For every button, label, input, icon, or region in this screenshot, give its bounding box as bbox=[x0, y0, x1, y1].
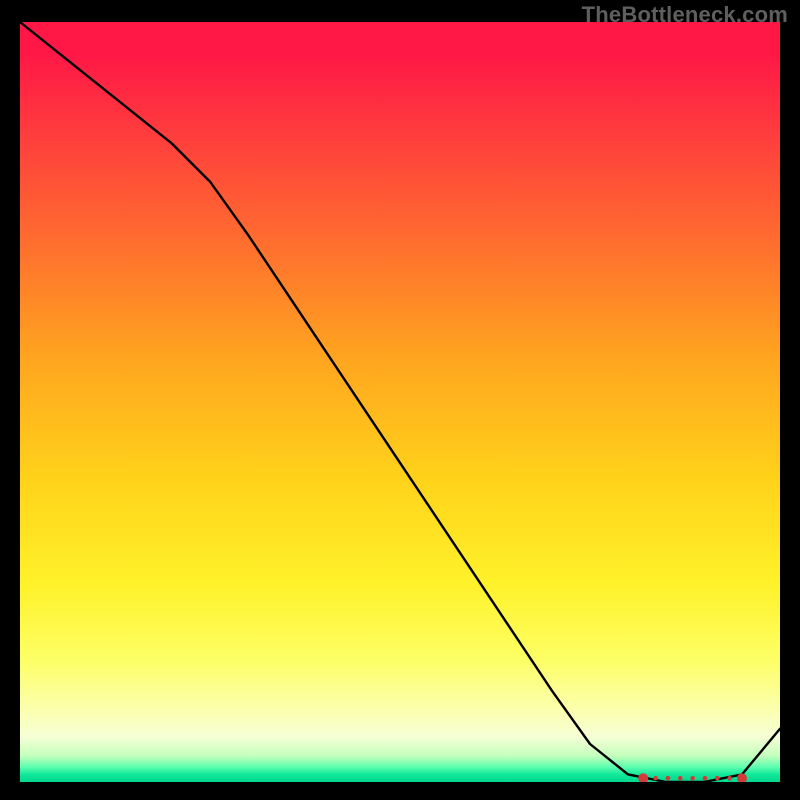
range-start-dot bbox=[638, 773, 648, 782]
plot-area bbox=[20, 22, 780, 782]
range-tick bbox=[703, 776, 708, 781]
range-tick bbox=[715, 776, 720, 781]
range-tick bbox=[653, 776, 658, 781]
range-tick bbox=[666, 776, 671, 781]
range-tick bbox=[678, 776, 683, 781]
bottleneck-curve bbox=[20, 22, 780, 782]
range-tick bbox=[727, 776, 732, 781]
range-tick bbox=[690, 776, 695, 781]
chart-frame: TheBottleneck.com bbox=[0, 0, 800, 800]
plot-svg bbox=[20, 22, 780, 782]
